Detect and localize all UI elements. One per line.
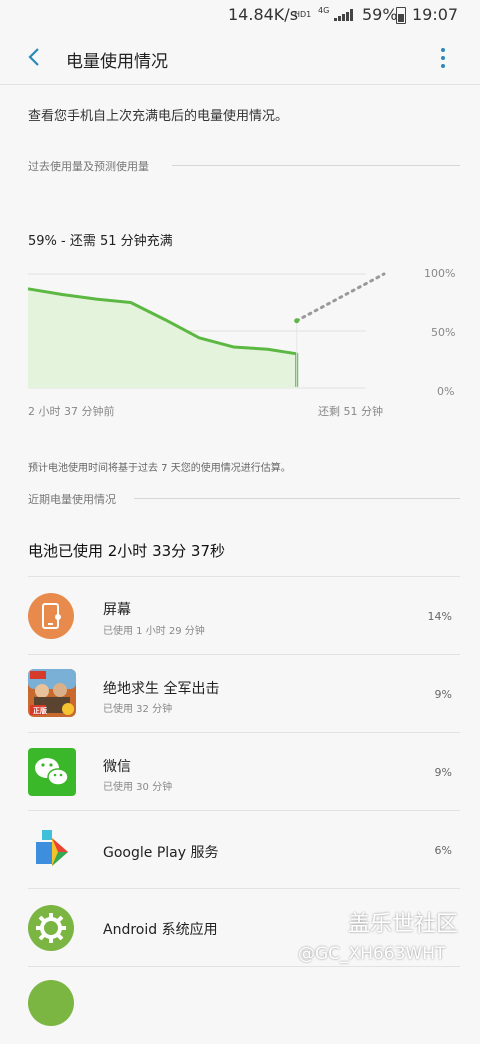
pubg-icon-badge: 正版 [33, 707, 47, 715]
y-tick-label: 0% [437, 385, 455, 398]
app-name: Google Play 服务 [103, 845, 219, 861]
y-tick-label: 50% [431, 326, 456, 339]
prediction-note: 预计电池使用时间将基于过去 7 天您的使用情况进行估算。 [28, 463, 291, 474]
app-bar: 电量使用情况 [0, 30, 480, 84]
y-tick-label: 100% [424, 267, 456, 280]
back-arrow-icon[interactable] [24, 46, 46, 68]
network-speed: 14.84K/s [228, 5, 299, 24]
battery-percent: 59% [362, 5, 398, 24]
row-divider [28, 732, 460, 733]
battery-usage-chart: 100% 50% 0% 2 小时 37 分钟前 还剩 51 分钟 [0, 260, 480, 420]
wechat-icon [28, 748, 76, 796]
section-divider [134, 498, 460, 499]
clock: 19:07 [412, 5, 459, 24]
page-title: 电量使用情况 [66, 52, 168, 72]
x-end-label: 还剩 51 分钟 [318, 405, 383, 418]
past-usage-area [28, 288, 297, 388]
android-gear-icon [28, 905, 74, 951]
app-usage-percent: 9% [434, 766, 452, 779]
app-name: 微信 [103, 759, 131, 775]
predicted-usage-line [295, 272, 386, 323]
network-type: 4G [318, 6, 330, 15]
hd-voice-indicator: HD1 [294, 10, 312, 19]
google-play-services-icon [36, 830, 68, 866]
recent-usage-header: 近期电量使用情况 [28, 493, 116, 506]
app-usage-time: 已使用 1 小时 29 分钟 [103, 626, 205, 637]
intro-text: 查看您手机自上次充满电后的电量使用情况。 [28, 109, 289, 124]
past-usage-header: 过去使用量及预测使用量 [28, 160, 149, 173]
watermark-brand: 盖乐世社区 [348, 912, 459, 937]
more-options-icon[interactable] [436, 46, 450, 70]
app-name: 屏幕 [103, 602, 131, 618]
app-usage-percent: 14% [427, 610, 452, 623]
chart-svg [27, 272, 386, 389]
current-level-point [294, 318, 300, 324]
signal-icon [334, 9, 356, 21]
app-name: 绝地求生 全军出击 [103, 681, 220, 697]
app-usage-row[interactable]: 正版 绝地求生 全军出击 已使用 32 分钟 9% [0, 654, 480, 732]
row-divider [28, 966, 460, 967]
row-divider [28, 888, 460, 889]
app-usage-time: 已使用 32 分钟 [103, 704, 173, 715]
app-usage-time: 已使用 30 分钟 [103, 782, 173, 793]
row-divider [28, 576, 460, 577]
app-usage-row[interactable]: Google Play 服务 6% [0, 810, 480, 888]
status-bar: 14.84K/s HD1 4G 59% 19:07 [0, 0, 480, 30]
app-usage-percent: 6% [434, 844, 452, 857]
battery-used-total: 电池已使用 2小时 33分 37秒 [28, 542, 226, 560]
x-start-label: 2 小时 37 分钟前 [28, 405, 115, 418]
row-divider [28, 654, 460, 655]
app-usage-row[interactable]: 微信 已使用 30 分钟 9% [0, 732, 480, 810]
app-name: Android 系统应用 [103, 922, 218, 938]
charge-status: 59% - 还需 51 分钟充满 [28, 234, 173, 249]
battery-icon [396, 7, 406, 24]
watermark-user: @GC_XH663WHT [298, 944, 446, 964]
row-divider [28, 810, 460, 811]
section-divider [172, 165, 460, 166]
app-usage-row[interactable]: 屏幕 已使用 1 小时 29 分钟 14% [0, 576, 480, 654]
screen-icon [28, 593, 74, 639]
app-usage-percent: 9% [434, 688, 452, 701]
appbar-divider [0, 84, 480, 85]
app-icon [28, 980, 74, 1026]
app-usage-row[interactable] [0, 966, 480, 1044]
